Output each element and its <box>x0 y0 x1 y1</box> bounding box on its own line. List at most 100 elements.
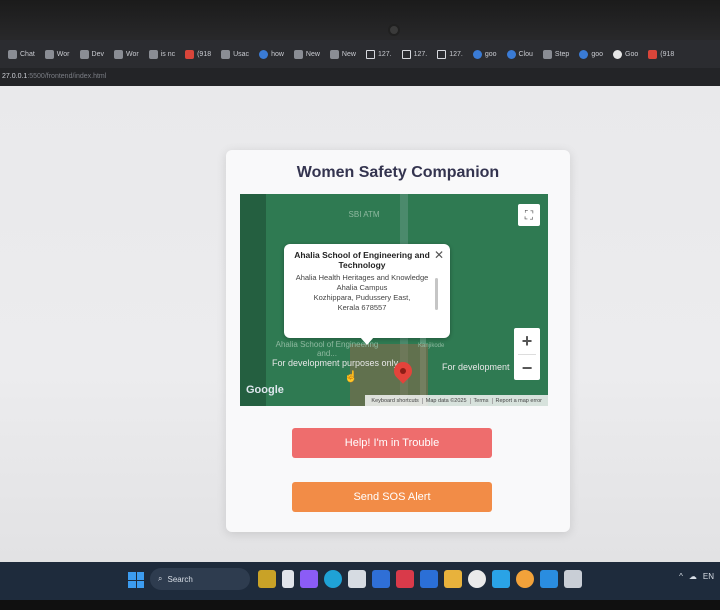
taskbar: ⌕ Search ^ ☁ EN <box>0 562 720 600</box>
browser-tab[interactable]: how <box>255 44 288 64</box>
browser-tab[interactable]: 127. <box>362 44 396 64</box>
info-close-button[interactable]: ✕ <box>434 248 444 262</box>
chevron-up-icon[interactable]: ^ <box>679 572 683 581</box>
chat-app-icon[interactable] <box>300 570 318 588</box>
browser-tab-label: is nc <box>160 50 176 58</box>
file-explorer-icon[interactable] <box>444 570 462 588</box>
youtube-icon <box>185 49 195 59</box>
dev-watermark-right: For development <box>442 362 510 372</box>
monitor-bezel-bottom <box>0 600 720 610</box>
browser-tab[interactable]: (918 <box>181 44 215 64</box>
info-address-line: Kozhippara, Pudussery East, <box>313 293 411 302</box>
google-icon <box>613 49 622 59</box>
browser-tab[interactable]: Goo <box>609 44 642 64</box>
google-logo: Google <box>246 384 284 396</box>
calculator-icon[interactable] <box>348 570 366 588</box>
browser-tab[interactable]: is nc <box>145 44 179 64</box>
dropbox-icon[interactable] <box>420 570 438 588</box>
address-host: 27.0.0.1 <box>2 73 28 80</box>
linkedin-icon[interactable] <box>372 570 390 588</box>
system-tray: ^ ☁ EN <box>679 572 714 581</box>
browser-tab[interactable]: (918 <box>644 44 678 64</box>
page-title: Women Safety Companion <box>296 164 500 181</box>
browser-tab[interactable]: Clou <box>503 44 537 64</box>
tray-language[interactable]: EN <box>703 572 714 581</box>
report-error-link[interactable]: Report a map error <box>491 397 545 404</box>
address-bar[interactable]: 27.0.0.1:5500/frontend/index.html <box>0 68 720 86</box>
youtube-icon <box>648 49 658 59</box>
browser-tab[interactable]: goo <box>575 44 607 64</box>
webcam <box>388 24 400 36</box>
search-icon <box>579 49 589 59</box>
edge-icon[interactable] <box>324 570 342 588</box>
map-data-text: Map data ©2025 <box>421 397 470 404</box>
search-icon: ⌕ <box>158 574 163 583</box>
page-icon <box>113 49 123 59</box>
cloud-icon[interactable]: ☁ <box>689 572 697 581</box>
road-label: Kanjikode <box>418 343 445 349</box>
browser-tab-label: Goo <box>625 50 639 58</box>
page-icon <box>148 49 158 59</box>
browser-tab-label: Dev <box>91 50 104 58</box>
browser-tab[interactable]: 127. <box>398 44 432 64</box>
task-view-icon[interactable] <box>282 570 294 588</box>
newtab-icon <box>293 49 303 59</box>
browser-tab-label: (918 <box>197 50 212 58</box>
monitor-bezel <box>0 0 720 44</box>
fullscreen-button[interactable]: ⛶ <box>518 204 540 226</box>
map-attribution: Keyboard shortcuts Map data ©2025 Terms … <box>365 395 548 406</box>
help-button[interactable]: Help! I'm in Trouble <box>292 428 492 458</box>
browser-tab-label: goo <box>484 50 497 58</box>
browser-tab[interactable]: 127. <box>433 44 467 64</box>
browser-tab[interactable]: goo <box>469 44 501 64</box>
info-title: Ahalia School of Engineering and Technol… <box>294 250 430 270</box>
todo-icon[interactable] <box>492 570 510 588</box>
widget-icon[interactable] <box>258 570 276 588</box>
address-path: :5500/frontend/index.html <box>27 73 107 80</box>
browser-tab-label: Wor <box>125 50 139 58</box>
page-viewport: Women Safety Companion SBI ATM Ahalia Sc… <box>0 86 720 562</box>
browser-tab[interactable]: Wor <box>110 44 143 64</box>
info-window-tail <box>360 337 374 345</box>
taskbar-search[interactable]: ⌕ Search <box>150 568 250 590</box>
map-info-window: Ahalia School of Engineering and Technol… <box>284 244 450 338</box>
browser-tab-label: Chat <box>20 50 35 58</box>
terms-link[interactable]: Terms <box>469 397 492 404</box>
info-scrollbar[interactable] <box>435 278 438 310</box>
sos-alert-button[interactable]: Send SOS Alert <box>292 482 492 512</box>
browser-tab-label: New <box>341 50 356 58</box>
windows-start-icon[interactable] <box>128 572 144 588</box>
app-card: Women Safety Companion SBI ATM Ahalia Sc… <box>226 150 570 532</box>
page-icon <box>221 49 231 59</box>
map-view[interactable]: SBI ATM Ahalia School of Engineering and… <box>240 194 548 406</box>
page-icon <box>542 49 552 59</box>
close-icon: ✕ <box>433 248 444 262</box>
browser-tab[interactable]: New <box>290 44 324 64</box>
zoom-out-button[interactable]: − <box>514 355 540 381</box>
browser-tab[interactable]: Usac <box>217 44 253 64</box>
keyboard-shortcuts-link[interactable]: Keyboard shortcuts <box>368 398 421 404</box>
browser-tab-label: goo <box>591 50 603 58</box>
taskbar-apps <box>258 570 582 588</box>
fullscreen-icon: ⛶ <box>524 207 534 222</box>
browser-tab[interactable]: New <box>326 44 360 64</box>
browser-tab-label: (918 <box>660 50 675 58</box>
browser-tab-strip: Chat Wor Dev Wor is nc (918 Usac how New New 127. 1… <box>0 40 720 68</box>
browser-tab-label: Step <box>554 50 570 58</box>
zoom-in-button[interactable]: + <box>514 328 540 354</box>
browser-tab[interactable]: Wor <box>41 44 74 64</box>
doc-icon <box>401 49 411 59</box>
terminal-icon[interactable] <box>564 570 582 588</box>
browser-tab[interactable]: Dev <box>76 44 108 64</box>
browser-tab[interactable]: Step <box>539 44 573 64</box>
browser-tab[interactable]: Chat <box>4 44 39 64</box>
mcafee-icon[interactable] <box>396 570 414 588</box>
browser-tab-label: Usac <box>233 50 250 58</box>
browser-tab-label: Clou <box>518 50 533 58</box>
vscode-icon[interactable] <box>540 570 558 588</box>
chrome-icon[interactable] <box>468 570 486 588</box>
chrome-canary-icon[interactable] <box>516 570 534 588</box>
doc-icon <box>437 49 447 59</box>
browser-tab-label: how <box>271 50 284 58</box>
taskbar-search-label: Search <box>167 574 193 584</box>
